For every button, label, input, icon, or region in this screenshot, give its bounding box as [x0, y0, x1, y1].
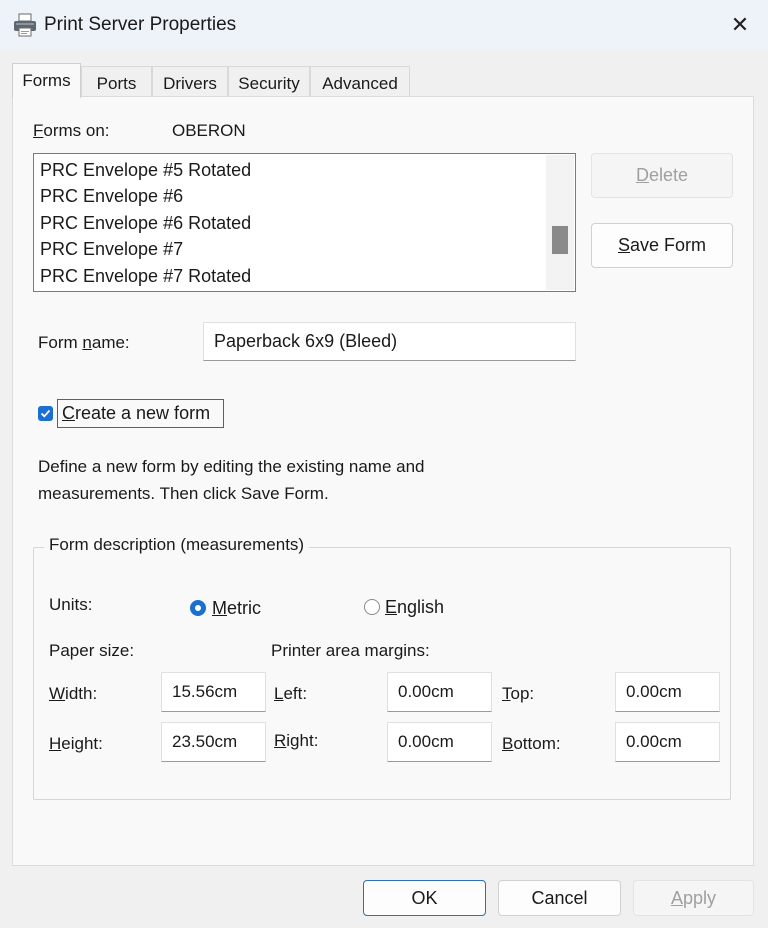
english-radio-label[interactable]: English — [385, 597, 444, 618]
tab-security[interactable]: Security — [228, 66, 310, 98]
scrollbar-thumb[interactable] — [552, 226, 568, 254]
metric-radio[interactable] — [190, 600, 206, 616]
checkmark-icon — [40, 409, 51, 418]
right-label: Right: — [274, 731, 319, 750]
units-label: Units: — [49, 595, 93, 614]
save-form-button[interactable]: Save Form — [591, 223, 733, 268]
left-label: Left: — [274, 684, 308, 703]
right-margin-input[interactable]: 0.00cm — [387, 722, 492, 762]
title-bar: Print Server Properties ✕ — [0, 0, 768, 50]
create-new-form-label[interactable]: Create a new form — [57, 399, 224, 428]
top-margin-input[interactable]: 0.00cm — [615, 672, 720, 712]
metric-radio-label[interactable]: Metric — [212, 598, 261, 619]
window-title: Print Server Properties — [44, 14, 237, 35]
tab-drivers[interactable]: Drivers — [152, 66, 228, 98]
server-name: OBERON — [172, 121, 246, 140]
tab-label: Drivers — [163, 74, 217, 93]
english-radio[interactable] — [364, 599, 380, 615]
tab-label: Forms — [22, 71, 71, 90]
measurements-groupbox: Form description (measurements) Units: M… — [33, 535, 731, 800]
list-item[interactable]: PRC Envelope #7 Rotated — [40, 266, 251, 287]
top-label: Top: — [502, 684, 535, 703]
forms-listbox[interactable]: PRC Envelope #5 Rotated PRC Envelope #6 … — [33, 153, 576, 292]
width-input[interactable]: 15.56cm — [161, 672, 266, 712]
left-margin-input[interactable]: 0.00cm — [387, 672, 492, 712]
create-new-form-checkbox[interactable] — [38, 406, 53, 421]
bottom-label: Bottom: — [502, 734, 561, 753]
close-button[interactable]: ✕ — [712, 0, 768, 50]
bottom-margin-input[interactable]: 0.00cm — [615, 722, 720, 762]
height-label: Height: — [49, 734, 103, 753]
close-icon: ✕ — [730, 12, 750, 37]
form-name-input[interactable]: Paperback 6x9 (Bleed) — [203, 322, 576, 361]
list-item[interactable]: PRC Envelope #6 Rotated — [40, 213, 251, 234]
height-input[interactable]: 23.50cm — [161, 722, 266, 762]
printer-icon — [12, 12, 38, 38]
tab-ports[interactable]: Ports — [81, 66, 152, 98]
tab-advanced[interactable]: Advanced — [310, 66, 410, 98]
delete-button[interactable]: Delete — [591, 153, 733, 198]
description-line: measurements. Then click Save Form. — [38, 484, 329, 503]
list-item[interactable]: PRC Envelope #5 Rotated — [40, 160, 251, 181]
forms-on-label: Forms on: — [33, 121, 110, 140]
list-item[interactable]: PRC Envelope #7 — [40, 239, 183, 260]
width-label: Width: — [49, 684, 98, 703]
apply-button[interactable]: Apply — [633, 880, 754, 916]
form-description-text: Define a new form by editing the existin… — [38, 453, 538, 507]
tab-label: Ports — [96, 74, 137, 93]
group-title: Form description (measurements) — [44, 535, 310, 555]
paper-size-label: Paper size: — [49, 641, 135, 660]
printer-margins-label: Printer area margins: — [271, 641, 430, 660]
tab-label: Advanced — [322, 74, 398, 93]
listbox-scrollbar[interactable] — [546, 155, 574, 290]
forms-panel: Forms on: OBERON PRC Envelope #5 Rotated… — [12, 96, 754, 866]
list-item[interactable]: PRC Envelope #6 — [40, 186, 183, 207]
form-name-label: Form name: — [38, 333, 130, 352]
tab-label: Security — [238, 74, 300, 93]
tab-forms[interactable]: Forms — [12, 63, 81, 98]
description-line: Define a new form by editing the existin… — [38, 457, 425, 476]
cancel-button[interactable]: Cancel — [498, 880, 621, 916]
ok-button[interactable]: OK — [363, 880, 486, 916]
